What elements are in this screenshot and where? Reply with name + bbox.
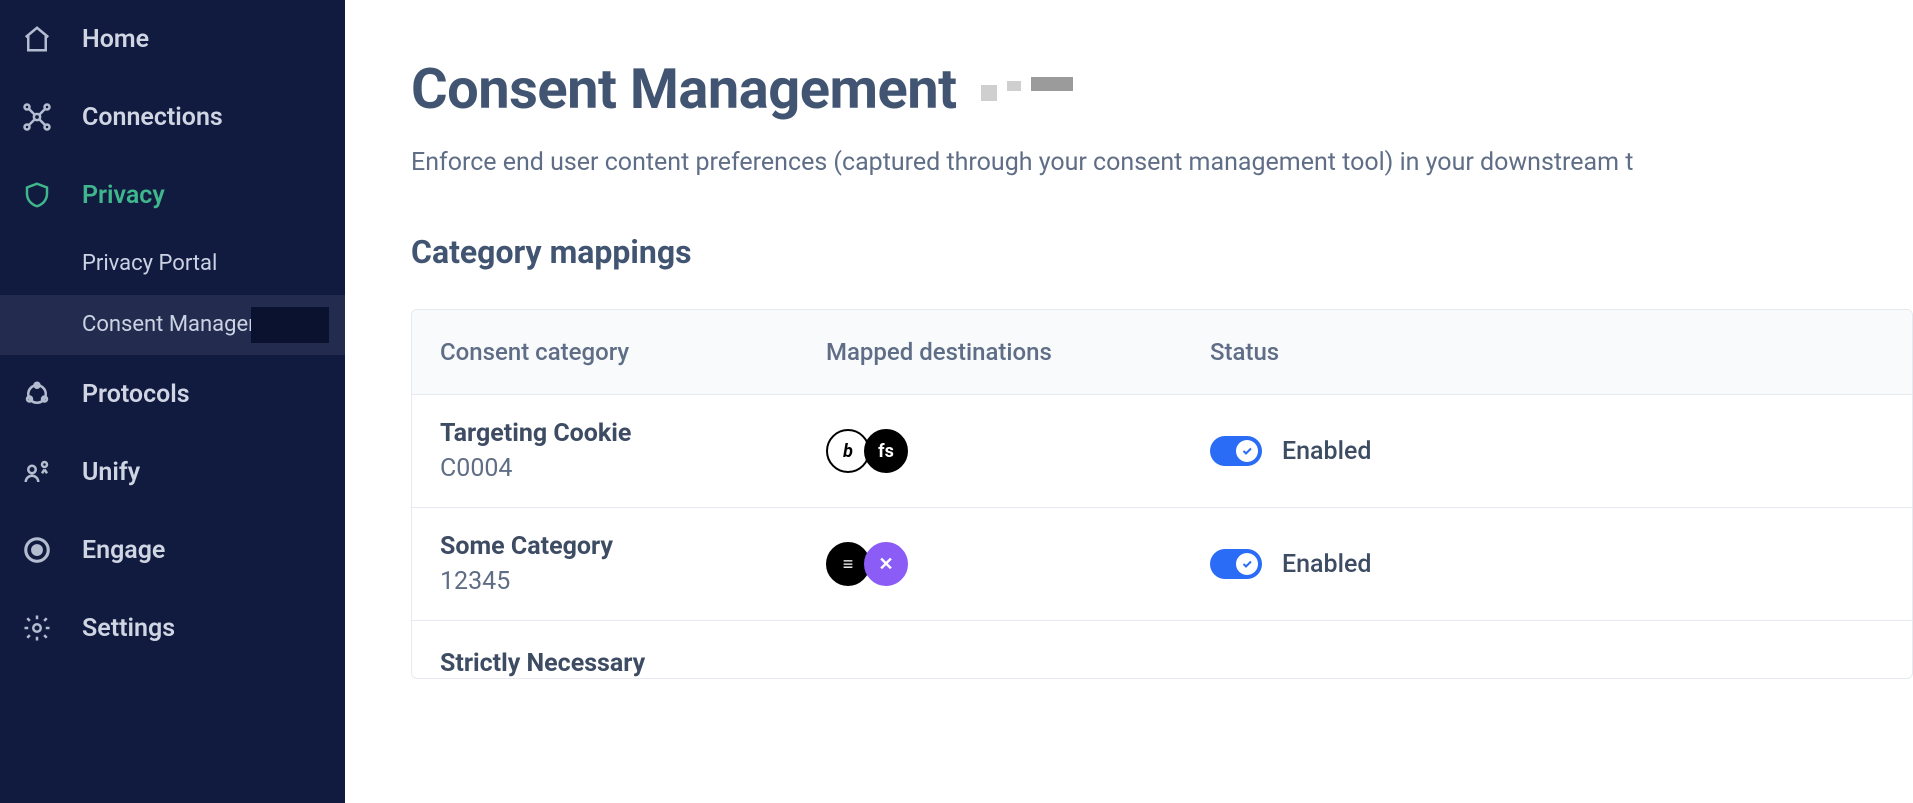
redacted-block bbox=[981, 77, 1073, 101]
table-header: Consent category Mapped destinations Sta… bbox=[412, 310, 1912, 395]
col-header-category: Consent category bbox=[412, 310, 798, 394]
sidebar-item-privacy[interactable]: Privacy bbox=[0, 156, 345, 234]
table-row-partial[interactable]: Strictly Necessary bbox=[412, 621, 1912, 678]
shield-icon bbox=[20, 178, 54, 212]
sidebar-item-engage[interactable]: Engage bbox=[0, 511, 345, 589]
status-cell: Enabled bbox=[1182, 436, 1912, 466]
col-header-destinations: Mapped destinations bbox=[798, 310, 1182, 394]
category-name: Strictly Necessary bbox=[440, 649, 645, 678]
sidebar-item-protocols[interactable]: Protocols bbox=[0, 355, 345, 433]
status-toggle[interactable] bbox=[1210, 436, 1262, 466]
gear-icon bbox=[20, 611, 54, 645]
sidebar-item-label: Engage bbox=[82, 536, 165, 565]
sidebar-item-home[interactable]: Home bbox=[0, 0, 345, 78]
check-icon bbox=[1236, 553, 1258, 575]
table-row[interactable]: Targeting Cookie C0004 bfs Enabled bbox=[412, 395, 1912, 508]
col-header-status: Status bbox=[1182, 310, 1912, 394]
table-row[interactable]: Some Category 12345 ≡✕ Enabled bbox=[412, 508, 1912, 621]
page-title-row: Consent Management bbox=[411, 56, 1913, 122]
sidebar-item-label: Settings bbox=[82, 614, 175, 643]
destination-icon[interactable]: fs bbox=[864, 429, 908, 473]
main-content: Consent Management Enforce end user cont… bbox=[345, 0, 1913, 803]
sidebar-item-label: Privacy bbox=[82, 181, 165, 210]
status-cell: Enabled bbox=[1182, 549, 1912, 579]
category-name: Targeting Cookie bbox=[440, 419, 770, 448]
destination-icon[interactable]: ✕ bbox=[864, 542, 908, 586]
category-cell: Targeting Cookie C0004 bbox=[412, 419, 798, 483]
sidebar-item-settings[interactable]: Settings bbox=[0, 589, 345, 667]
destinations-cell: ≡✕ bbox=[798, 542, 1182, 586]
sidebar-item-label: Protocols bbox=[82, 380, 190, 409]
category-name: Some Category bbox=[440, 532, 770, 561]
privacy-subnav: Privacy Portal Consent Management bbox=[0, 234, 345, 355]
sidebar: Home Connections Privacy Privacy Portal … bbox=[0, 0, 345, 803]
check-icon bbox=[1236, 440, 1258, 462]
destinations-cell: bfs bbox=[798, 429, 1182, 473]
sidebar-item-unify[interactable]: Unify bbox=[0, 433, 345, 511]
sidebar-item-connections[interactable]: Connections bbox=[0, 78, 345, 156]
subnav-consent-management[interactable]: Consent Management bbox=[0, 295, 345, 356]
status-label: Enabled bbox=[1282, 550, 1371, 579]
engage-icon bbox=[20, 533, 54, 567]
connections-icon bbox=[20, 100, 54, 134]
unify-icon bbox=[20, 455, 54, 489]
category-id: C0004 bbox=[440, 454, 770, 483]
category-mappings-table: Consent category Mapped destinations Sta… bbox=[411, 309, 1913, 679]
home-icon bbox=[20, 22, 54, 56]
sidebar-item-label: Connections bbox=[82, 103, 223, 132]
page-title: Consent Management bbox=[411, 56, 957, 122]
section-title: Category mappings bbox=[411, 233, 1913, 271]
status-label: Enabled bbox=[1282, 437, 1371, 466]
sidebar-item-label: Unify bbox=[82, 458, 140, 487]
category-cell: Some Category 12345 bbox=[412, 532, 798, 596]
status-toggle[interactable] bbox=[1210, 549, 1262, 579]
protocols-icon bbox=[20, 377, 54, 411]
category-id: 12345 bbox=[440, 567, 770, 596]
subnav-privacy-portal[interactable]: Privacy Portal bbox=[0, 234, 345, 295]
page-subtitle: Enforce end user content preferences (ca… bbox=[411, 148, 1913, 177]
sidebar-item-label: Home bbox=[82, 25, 149, 54]
